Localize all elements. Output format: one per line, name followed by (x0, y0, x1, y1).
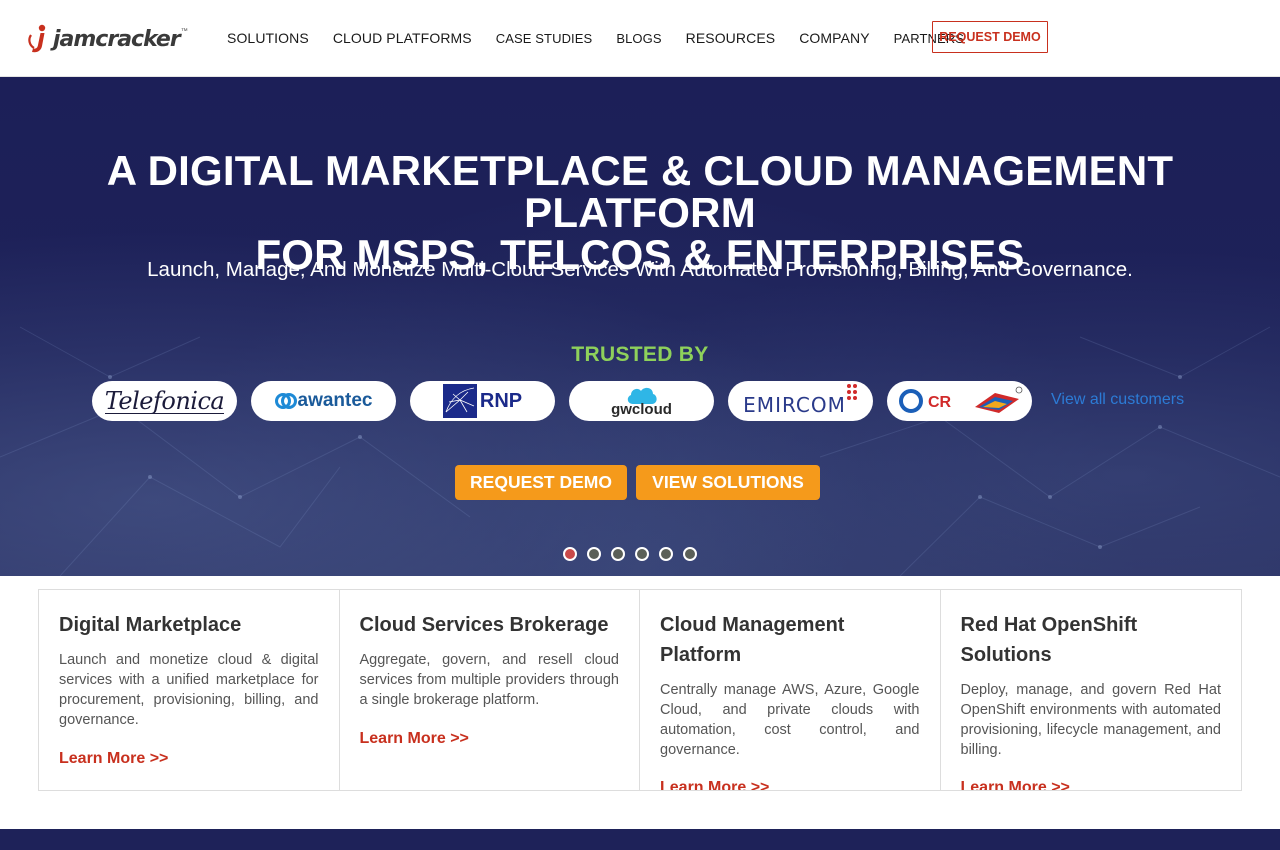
customer-logo-gwcloud[interactable]: gwcloud (569, 381, 714, 421)
header-request-demo-button[interactable]: REQUEST DEMO (932, 21, 1048, 53)
awantec-wordmark: awantec (297, 390, 373, 411)
card-red-hat-openshift: Red Hat OpenShift Solutions Deploy, mana… (941, 590, 1242, 790)
logo-wordmark: jamcracker (53, 26, 181, 52)
rnp-globe-icon (442, 384, 477, 418)
view-all-customers-link[interactable]: View all customers (1051, 391, 1184, 409)
nav-solutions[interactable]: SOLUTIONS (215, 30, 321, 46)
svg-text:CR: CR (928, 394, 952, 411)
learn-more-link[interactable]: Learn More >> (660, 779, 769, 790)
card-cloud-management-platform: Cloud Management Platform Centrally mana… (640, 590, 941, 790)
trusted-by-heading: TRUSTED BY (571, 343, 709, 366)
rnp-wordmark: RNP (479, 389, 523, 412)
emircom-dots-icon (846, 384, 857, 400)
card-title: Red Hat OpenShift Solutions (960, 614, 1138, 666)
carousel-dot-5[interactable] (659, 547, 673, 561)
telefonica-wordmark: Telefonica (104, 386, 225, 415)
customer-logo-telefonica[interactable]: Telefonica (92, 381, 237, 421)
customer-logo-rnp[interactable]: RNP (410, 381, 555, 421)
awantec-swirl-icon (274, 393, 297, 409)
hero-subtitle: Launch, Manage, And Monetize Multi-Cloud… (147, 258, 1133, 281)
carousel-dot-1[interactable] (563, 547, 577, 561)
learn-more-link[interactable]: Learn More >> (961, 779, 1070, 790)
next-section-band (0, 829, 1280, 850)
nav-resources[interactable]: RESOURCES (674, 30, 788, 46)
card-description: Launch and monetize cloud & digital serv… (59, 652, 319, 728)
card-cloud-services-brokerage: Cloud Services Brokerage Aggregate, gove… (340, 590, 640, 790)
card-description: Deploy, manage, and govern Red Hat OpenS… (960, 682, 1222, 758)
jamcracker-logo-icon (28, 21, 52, 55)
hero-request-demo-button[interactable]: REQUEST DEMO (455, 465, 627, 500)
main-nav: SOLUTIONS CLOUD PLATFORMS CASE STUDIES B… (215, 0, 976, 76)
jamcracker-logo[interactable]: jamcracker ™ (28, 20, 188, 56)
card-title: Digital Marketplace (59, 614, 242, 636)
card-description: Aggregate, govern, and resell cloud serv… (359, 652, 620, 708)
learn-more-link[interactable]: Learn More >> (360, 730, 469, 748)
hero-banner: A DIGITAL MARKETPLACE & CLOUD MANAGEMENT… (0, 77, 1280, 576)
customer-logo-awantec[interactable]: awantec (251, 381, 396, 421)
nav-cloud-platforms[interactable]: CLOUD PLATFORMS (321, 30, 484, 46)
nav-blogs[interactable]: BLOGS (604, 31, 673, 46)
carousel-pagination (563, 547, 707, 561)
carousel-dot-4[interactable] (635, 547, 649, 561)
card-digital-marketplace: Digital Marketplace Launch and monetize … (39, 590, 340, 790)
nav-case-studies[interactable]: CASE STUDIES (484, 31, 605, 46)
card-title: Cloud Services Brokerage (359, 614, 609, 636)
cr-technologies-logo-icon: CR (898, 386, 1022, 413)
carousel-dot-6[interactable] (683, 547, 697, 561)
logo-trademark: ™ (180, 28, 188, 35)
card-title: Cloud Management Platform (660, 614, 845, 666)
gwcloud-wordmark: gwcloud (611, 401, 672, 418)
hero-title-line-1: A DIGITAL MARKETPLACE & CLOUD MANAGEMENT… (106, 147, 1174, 236)
nav-company[interactable]: COMPANY (787, 30, 881, 46)
carousel-dot-2[interactable] (587, 547, 601, 561)
carousel-dot-3[interactable] (611, 547, 625, 561)
emircom-wordmark: EMIRCOM (743, 393, 846, 417)
site-header: jamcracker ™ SOLUTIONS CLOUD PLATFORMS C… (0, 0, 1280, 77)
feature-cards: Digital Marketplace Launch and monetize … (38, 589, 1242, 791)
hero-view-solutions-button[interactable]: VIEW SOLUTIONS (636, 465, 820, 500)
card-description: Centrally manage AWS, Azure, Google Clou… (660, 682, 920, 758)
customer-logo-emircom[interactable]: EMIRCOM (728, 381, 873, 421)
customer-logo-cr-technologies[interactable]: CR (887, 381, 1032, 421)
customer-logo-strip: Telefonica awantec RNP gwcloud EMIRCOM C… (92, 381, 1046, 421)
learn-more-link[interactable]: Learn More >> (59, 750, 168, 768)
